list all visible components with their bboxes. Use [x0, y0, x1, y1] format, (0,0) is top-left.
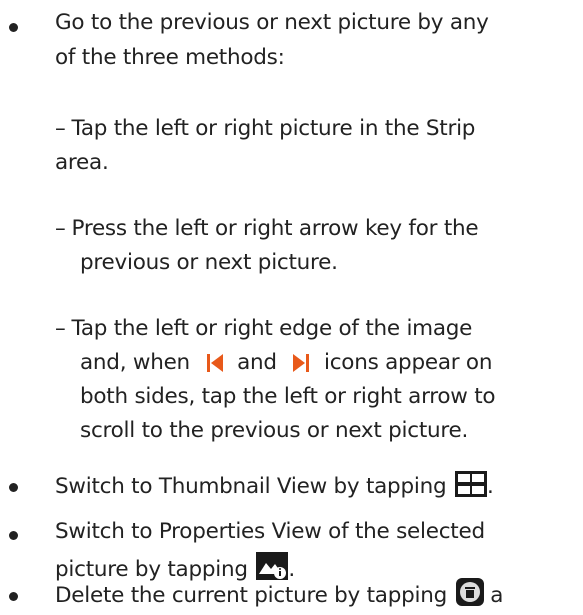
method3-line4: scroll to the previous or next picture. [80, 418, 469, 443]
bullet-marker [9, 531, 18, 540]
method3-line2-a: and, when [80, 350, 190, 375]
bullet-marker [9, 23, 18, 32]
delete-trash-icon [455, 578, 484, 615]
bullet4-line: Delete the current picture by tapping a [55, 578, 503, 615]
next-arrow-icon [293, 352, 310, 382]
bullet1-line2: of the three methods: [55, 45, 285, 70]
method1-line2: area. [55, 150, 109, 175]
method1-line1: – Tap the left or right picture in the St… [55, 114, 475, 144]
thumbnail-view-icon [454, 471, 487, 506]
bullet-marker [9, 483, 18, 492]
method3-dash: – [55, 316, 66, 341]
bullet3-line1: Switch to Properties View of the selecte… [55, 519, 485, 544]
method3-line2: and, when and icons appear on [80, 348, 492, 382]
method2-line2: previous or next picture. [80, 250, 338, 275]
method1-dash: – [55, 116, 66, 141]
method3-line3: both sides, tap the left or right arrow … [80, 384, 496, 409]
bullet2-after: . [486, 474, 494, 499]
bullet1-line1: Go to the previous or next picture by an… [55, 10, 489, 35]
method3-line2-c: icons appear on [324, 350, 493, 375]
method2-dash: – [55, 216, 66, 241]
method2-line1: – Press the left or right arrow key for t… [55, 214, 479, 244]
method3-line2-b: and [237, 350, 277, 375]
bullet4-text: Delete the current picture by tapping [55, 583, 448, 608]
bullet2-line: Switch to Thumbnail View by tapping . [55, 471, 494, 506]
method1-text: Tap the left or right picture in the Str… [71, 116, 476, 141]
method3-text: Tap the left or right edge of the image [71, 316, 473, 341]
bullet2-text: Switch to Thumbnail View by tapping [55, 474, 447, 499]
bullet4-after: a [490, 583, 504, 608]
method2-text: Press the left or right arrow key for th… [71, 216, 479, 241]
bullet-marker [9, 592, 18, 601]
previous-arrow-icon [206, 352, 223, 382]
method3-line1: – Tap the left or right edge of the image [55, 314, 472, 344]
